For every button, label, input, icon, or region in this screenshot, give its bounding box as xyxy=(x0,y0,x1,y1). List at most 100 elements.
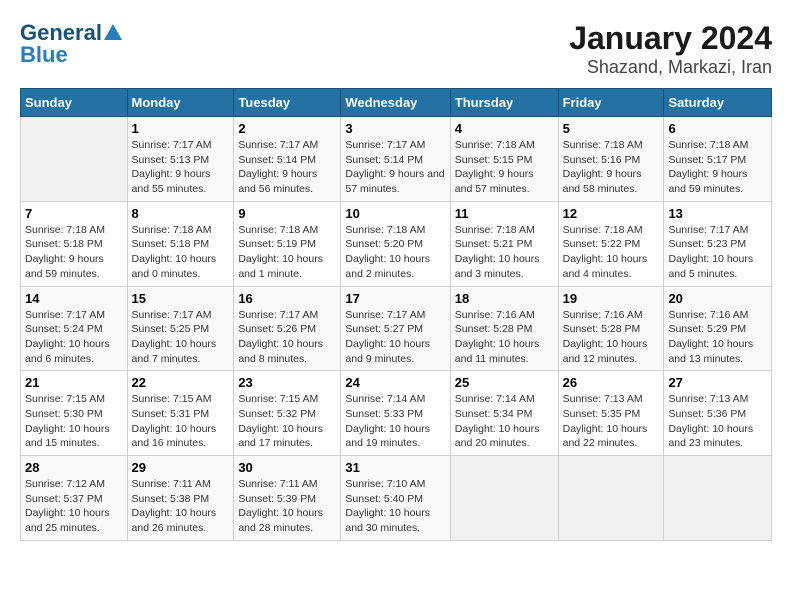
day-detail: Sunrise: 7:18 AMSunset: 5:20 PMDaylight:… xyxy=(345,223,445,282)
day-detail: Sunrise: 7:17 AMSunset: 5:13 PMDaylight:… xyxy=(132,138,230,197)
day-number: 12 xyxy=(563,206,660,221)
day-number: 3 xyxy=(345,121,445,136)
day-detail: Sunrise: 7:14 AMSunset: 5:33 PMDaylight:… xyxy=(345,392,445,451)
logo: General Blue xyxy=(20,20,122,68)
day-detail: Sunrise: 7:18 AMSunset: 5:22 PMDaylight:… xyxy=(563,223,660,282)
day-detail: Sunrise: 7:18 AMSunset: 5:21 PMDaylight:… xyxy=(455,223,554,282)
day-detail: Sunrise: 7:17 AMSunset: 5:14 PMDaylight:… xyxy=(345,138,445,197)
day-detail: Sunrise: 7:14 AMSunset: 5:34 PMDaylight:… xyxy=(455,392,554,451)
day-number: 29 xyxy=(132,460,230,475)
calendar-cell: 17 Sunrise: 7:17 AMSunset: 5:27 PMDayligh… xyxy=(341,286,450,371)
day-detail: Sunrise: 7:17 AMSunset: 5:24 PMDaylight:… xyxy=(25,308,123,367)
calendar-cell: 2 Sunrise: 7:17 AMSunset: 5:14 PMDaylight… xyxy=(234,117,341,202)
day-detail: Sunrise: 7:15 AMSunset: 5:32 PMDaylight:… xyxy=(238,392,336,451)
day-number: 26 xyxy=(563,375,660,390)
day-number: 25 xyxy=(455,375,554,390)
calendar-cell: 22 Sunrise: 7:15 AMSunset: 5:31 PMDayligh… xyxy=(127,371,234,456)
day-detail: Sunrise: 7:18 AMSunset: 5:18 PMDaylight:… xyxy=(25,223,123,282)
calendar-cell: 20 Sunrise: 7:16 AMSunset: 5:29 PMDayligh… xyxy=(664,286,772,371)
calendar-cell: 9 Sunrise: 7:18 AMSunset: 5:19 PMDaylight… xyxy=(234,201,341,286)
calendar-cell: 13Sunrise: 7:17 AMSunset: 5:23 PMDayligh… xyxy=(664,201,772,286)
calendar-week-row: 28 Sunrise: 7:12 AMSunset: 5:37 PMDayligh… xyxy=(21,456,772,541)
day-number: 27 xyxy=(668,375,767,390)
day-detail: Sunrise: 7:11 AMSunset: 5:39 PMDaylight:… xyxy=(238,477,336,536)
page-header: General Blue January 2024 Shazand, Marka… xyxy=(20,20,772,78)
calendar-cell: 29 Sunrise: 7:11 AMSunset: 5:38 PMDayligh… xyxy=(127,456,234,541)
calendar-week-row: 21Sunrise: 7:15 AMSunset: 5:30 PMDayligh… xyxy=(21,371,772,456)
day-number: 19 xyxy=(563,291,660,306)
calendar-cell: 12 Sunrise: 7:18 AMSunset: 5:22 PMDayligh… xyxy=(558,201,664,286)
day-detail: Sunrise: 7:11 AMSunset: 5:38 PMDaylight:… xyxy=(132,477,230,536)
day-number: 28 xyxy=(25,460,123,475)
day-detail: Sunrise: 7:16 AMSunset: 5:28 PMDaylight:… xyxy=(563,308,660,367)
day-detail: Sunrise: 7:15 AMSunset: 5:31 PMDaylight:… xyxy=(132,392,230,451)
day-detail: Sunrise: 7:16 AMSunset: 5:29 PMDaylight:… xyxy=(668,308,767,367)
calendar-cell: 15 Sunrise: 7:17 AMSunset: 5:25 PMDayligh… xyxy=(127,286,234,371)
day-number: 10 xyxy=(345,206,445,221)
day-detail: Sunrise: 7:10 AMSunset: 5:40 PMDaylight:… xyxy=(345,477,445,536)
calendar-cell: 28 Sunrise: 7:12 AMSunset: 5:37 PMDayligh… xyxy=(21,456,128,541)
calendar-cell: 31 Sunrise: 7:10 AMSunset: 5:40 PMDayligh… xyxy=(341,456,450,541)
day-number: 24 xyxy=(345,375,445,390)
day-number: 14 xyxy=(25,291,123,306)
calendar-cell xyxy=(450,456,558,541)
day-detail: Sunrise: 7:12 AMSunset: 5:37 PMDaylight:… xyxy=(25,477,123,536)
calendar-cell: 23Sunrise: 7:15 AMSunset: 5:32 PMDayligh… xyxy=(234,371,341,456)
day-detail: Sunrise: 7:17 AMSunset: 5:14 PMDaylight:… xyxy=(238,138,336,197)
logo-blue: Blue xyxy=(20,42,68,68)
day-number: 9 xyxy=(238,206,336,221)
calendar-cell: 6 Sunrise: 7:18 AMSunset: 5:17 PMDaylight… xyxy=(664,117,772,202)
weekday-header-monday: Monday xyxy=(127,89,234,117)
day-number: 13 xyxy=(668,206,767,221)
calendar-cell xyxy=(21,117,128,202)
day-detail: Sunrise: 7:13 AMSunset: 5:35 PMDaylight:… xyxy=(563,392,660,451)
day-number: 20 xyxy=(668,291,767,306)
calendar-cell: 10 Sunrise: 7:18 AMSunset: 5:20 PMDayligh… xyxy=(341,201,450,286)
day-number: 16 xyxy=(238,291,336,306)
calendar-week-row: 14 Sunrise: 7:17 AMSunset: 5:24 PMDayligh… xyxy=(21,286,772,371)
day-number: 7 xyxy=(25,206,123,221)
day-number: 2 xyxy=(238,121,336,136)
calendar-cell: 3 Sunrise: 7:17 AMSunset: 5:14 PMDaylight… xyxy=(341,117,450,202)
calendar-cell xyxy=(664,456,772,541)
day-number: 17 xyxy=(345,291,445,306)
page-title: January 2024 xyxy=(569,20,772,57)
day-detail: Sunrise: 7:13 AMSunset: 5:36 PMDaylight:… xyxy=(668,392,767,451)
calendar-cell: 7 Sunrise: 7:18 AMSunset: 5:18 PMDaylight… xyxy=(21,201,128,286)
logo-icon xyxy=(104,22,122,40)
day-number: 6 xyxy=(668,121,767,136)
weekday-header-saturday: Saturday xyxy=(664,89,772,117)
calendar-cell: 8 Sunrise: 7:18 AMSunset: 5:18 PMDaylight… xyxy=(127,201,234,286)
calendar-cell: 21Sunrise: 7:15 AMSunset: 5:30 PMDayligh… xyxy=(21,371,128,456)
day-number: 15 xyxy=(132,291,230,306)
day-detail: Sunrise: 7:18 AMSunset: 5:19 PMDaylight:… xyxy=(238,223,336,282)
weekday-header-thursday: Thursday xyxy=(450,89,558,117)
day-number: 31 xyxy=(345,460,445,475)
calendar-cell: 11Sunrise: 7:18 AMSunset: 5:21 PMDayligh… xyxy=(450,201,558,286)
calendar-cell: 25 Sunrise: 7:14 AMSunset: 5:34 PMDayligh… xyxy=(450,371,558,456)
day-detail: Sunrise: 7:17 AMSunset: 5:26 PMDaylight:… xyxy=(238,308,336,367)
page-subtitle: Shazand, Markazi, Iran xyxy=(569,57,772,78)
day-detail: Sunrise: 7:18 AMSunset: 5:17 PMDaylight:… xyxy=(668,138,767,197)
calendar-cell: 18Sunrise: 7:16 AMSunset: 5:28 PMDayligh… xyxy=(450,286,558,371)
calendar-cell: 4Sunrise: 7:18 AMSunset: 5:15 PMDaylight… xyxy=(450,117,558,202)
day-detail: Sunrise: 7:17 AMSunset: 5:27 PMDaylight:… xyxy=(345,308,445,367)
calendar-week-row: 7 Sunrise: 7:18 AMSunset: 5:18 PMDaylight… xyxy=(21,201,772,286)
calendar-table: SundayMondayTuesdayWednesdayThursdayFrid… xyxy=(20,88,772,541)
title-block: January 2024 Shazand, Markazi, Iran xyxy=(569,20,772,78)
weekday-header-sunday: Sunday xyxy=(21,89,128,117)
day-number: 30 xyxy=(238,460,336,475)
weekday-header-friday: Friday xyxy=(558,89,664,117)
day-detail: Sunrise: 7:17 AMSunset: 5:25 PMDaylight:… xyxy=(132,308,230,367)
day-number: 4 xyxy=(455,121,554,136)
calendar-cell: 5Sunrise: 7:18 AMSunset: 5:16 PMDaylight… xyxy=(558,117,664,202)
day-detail: Sunrise: 7:18 AMSunset: 5:16 PMDaylight:… xyxy=(563,138,660,197)
calendar-cell: 24 Sunrise: 7:14 AMSunset: 5:33 PMDayligh… xyxy=(341,371,450,456)
calendar-cell: 16 Sunrise: 7:17 AMSunset: 5:26 PMDayligh… xyxy=(234,286,341,371)
day-detail: Sunrise: 7:15 AMSunset: 5:30 PMDaylight:… xyxy=(25,392,123,451)
calendar-cell: 19 Sunrise: 7:16 AMSunset: 5:28 PMDayligh… xyxy=(558,286,664,371)
day-number: 22 xyxy=(132,375,230,390)
calendar-week-row: 1Sunrise: 7:17 AMSunset: 5:13 PMDaylight… xyxy=(21,117,772,202)
day-detail: Sunrise: 7:18 AMSunset: 5:18 PMDaylight:… xyxy=(132,223,230,282)
day-number: 8 xyxy=(132,206,230,221)
